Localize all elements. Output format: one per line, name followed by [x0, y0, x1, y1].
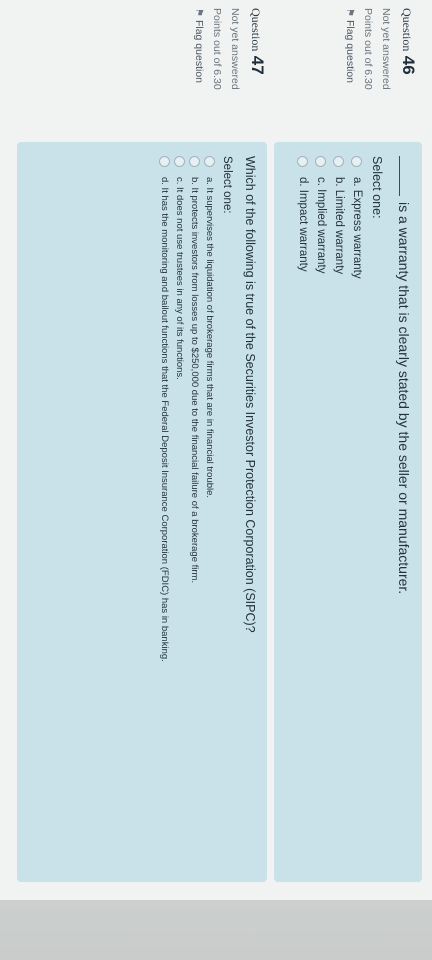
question-47-label: Question	[249, 8, 263, 52]
question-46-text-row: is a warranty that is clearly stated by …	[396, 142, 422, 882]
question-47-points: Points out of 6.30	[211, 8, 223, 90]
question-47-status: Not yet answered	[229, 8, 241, 90]
q46-option-b-label: b. Limited warranty	[333, 177, 345, 275]
q46-option-c-label: c. Implied warranty	[315, 177, 327, 274]
question-46-points: Points out of 6.30	[362, 8, 374, 90]
q47-option-c[interactable]: c. It does not use trustees in any of it…	[172, 142, 187, 882]
q47-option-b[interactable]: b. It protects investors from losses up …	[187, 142, 202, 882]
question-46-info: Question 46 Not yet answered Points out …	[344, 8, 418, 118]
q47-option-d[interactable]: d. It has the monitoring and bailout fun…	[157, 142, 172, 882]
q47-option-c-radio[interactable]	[174, 156, 185, 167]
q46-option-d[interactable]: d. Impact warranty	[294, 142, 312, 882]
answer-blank	[399, 156, 400, 196]
quiz-page: Question 46 Not yet answered Points out …	[0, 0, 432, 900]
question-47-text: Which of the following is true of the Se…	[243, 156, 257, 633]
q46-option-c[interactable]: c. Implied warranty	[312, 142, 330, 882]
q46-option-a[interactable]: a. Express warranty	[348, 142, 366, 882]
question-46-status: Not yet answered	[380, 8, 392, 90]
question-46-text: is a warranty that is clearly stated by …	[396, 202, 412, 595]
question-47-number: 47	[248, 55, 267, 75]
q47-option-c-label: c. It does not use trustees in any of it…	[174, 177, 185, 380]
question-46-select-label: Select one:	[370, 156, 384, 219]
question-46-number: 46	[399, 55, 418, 75]
q47-option-b-radio[interactable]	[189, 156, 200, 167]
q47-option-d-radio[interactable]	[159, 156, 170, 167]
q46-option-a-label: a. Express warranty	[351, 177, 363, 279]
q46-option-a-radio[interactable]	[351, 156, 363, 167]
q47-option-d-label: d. It has the monitoring and bailout fun…	[159, 177, 170, 662]
flag-icon: ⚑	[193, 8, 205, 17]
q46-option-c-radio[interactable]	[315, 156, 327, 167]
question-47-info: Question 47 Not yet answered Points out …	[193, 8, 267, 118]
question-47-select-label: Select one:	[221, 156, 233, 214]
question-46-flag-label: Flag question	[344, 19, 356, 84]
q47-option-a-label: a. It supervises the liquidation of brok…	[204, 177, 215, 499]
question-46-heading: Question 46	[398, 8, 418, 118]
flag-icon: ⚑	[344, 8, 356, 17]
q46-option-b-radio[interactable]	[333, 156, 345, 167]
q46-option-d-label: d. Impact warranty	[297, 177, 309, 272]
question-46-flag-button[interactable]: ⚑ Flag question	[344, 8, 356, 118]
question-47-heading: Question 47	[247, 8, 267, 118]
question-46-card: is a warranty that is clearly stated by …	[274, 142, 422, 882]
photo-stage: Question 46 Not yet answered Points out …	[0, 0, 432, 960]
question-47-card: Which of the following is true of the Se…	[17, 142, 267, 882]
q46-option-d-radio[interactable]	[297, 156, 309, 167]
q47-option-a-radio[interactable]	[204, 156, 215, 167]
q47-option-a[interactable]: a. It supervises the liquidation of brok…	[202, 142, 217, 882]
question-46-label: Question	[400, 8, 414, 52]
question-47-flag-label: Flag question	[193, 19, 205, 84]
question-47-flag-button[interactable]: ⚑ Flag question	[193, 8, 205, 118]
q47-option-b-label: b. It protects investors from losses up …	[189, 177, 200, 584]
q46-option-b[interactable]: b. Limited warranty	[330, 142, 348, 882]
